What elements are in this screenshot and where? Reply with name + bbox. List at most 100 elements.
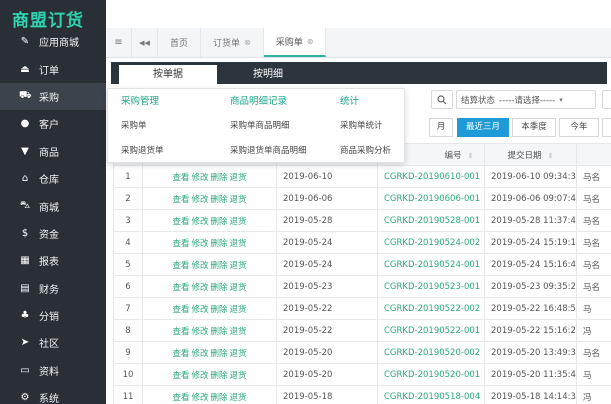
sidebar-item[interactable]: ▼ 商品	[0, 138, 106, 165]
menu-item-purchase-order[interactable]: 采购单	[121, 114, 164, 139]
dropdown-heading[interactable]: 商品明细记录	[230, 89, 307, 114]
row-code-link[interactable]: CGRKD-20190524-002	[377, 231, 485, 254]
view-link[interactable]: 查看	[172, 305, 189, 315]
delete-link[interactable]: 删除	[211, 283, 228, 293]
sidebar-item[interactable]: ▤ 财务	[0, 275, 106, 302]
dropdown-heading[interactable]: 统计	[340, 89, 391, 114]
row-code-link[interactable]: CGRKD-20190518-004	[377, 385, 485, 404]
close-icon[interactable]: ⊗	[307, 37, 314, 46]
table-row[interactable]: 1 查看 修改 删除 退货 2019-06-10 CGRKD-20190610-001 201…	[113, 165, 611, 188]
page-tab[interactable]: 首页	[158, 28, 202, 57]
table-row[interactable]: 9 查看 修改 删除 退货 2019-05-20 CGRKD-20190520-002 201…	[113, 341, 611, 364]
page-tab[interactable]: 采购单 ⊗	[263, 28, 327, 57]
return-link[interactable]: 退货	[230, 371, 247, 381]
page-tab[interactable]: 订货单 ⊗	[201, 28, 264, 57]
delete-link[interactable]: 删除	[211, 195, 228, 205]
row-code-link[interactable]: CGRKD-20190520-001	[377, 363, 485, 386]
delete-link[interactable]: 删除	[211, 261, 228, 271]
return-link[interactable]: 退货	[230, 195, 247, 205]
return-link[interactable]: 退货	[230, 173, 247, 183]
row-code-link[interactable]: CGRKD-20190522-001	[377, 319, 485, 342]
menu-item-purchase-return-details[interactable]: 采购退货单商品明细	[230, 139, 307, 164]
edit-link[interactable]: 修改	[191, 327, 208, 337]
view-link[interactable]: 查看	[172, 393, 189, 403]
dropdown-heading[interactable]: 采购管理	[121, 89, 164, 114]
date-more-button[interactable]	[602, 118, 611, 137]
edit-link[interactable]: 修改	[191, 393, 208, 403]
tab-by-detail[interactable]: 按明细	[219, 65, 317, 84]
return-link[interactable]: 退货	[230, 349, 247, 359]
close-icon[interactable]: ⊗	[244, 38, 251, 47]
search-icon[interactable]	[431, 90, 453, 109]
view-link[interactable]: 查看	[172, 283, 189, 293]
table-row[interactable]: 4 查看 修改 删除 退货 2019-05-24 CGRKD-20190524-002 201…	[113, 231, 611, 254]
table-row[interactable]: 3 查看 修改 删除 退货 2019-05-28 CGRKD-20190528-001 201…	[113, 209, 611, 232]
menu-toggle-icon[interactable]: ≡	[106, 28, 132, 57]
return-link[interactable]: 退货	[230, 393, 247, 403]
table-row[interactable]: 10 查看 修改 删除 退货 2019-05-20 CGRKD-20190520-001 20…	[113, 363, 611, 386]
table-row[interactable]: 7 查看 修改 删除 退货 2019-05-22 CGRKD-20190522-002 201…	[113, 297, 611, 320]
table-row[interactable]: 2 查看 修改 删除 退货 2019-06-06 CGRKD-20190606-001 201…	[113, 187, 611, 210]
view-link[interactable]: 查看	[172, 195, 189, 205]
return-link[interactable]: 退货	[230, 305, 247, 315]
view-link[interactable]: 查看	[172, 217, 189, 227]
sidebar-item[interactable]: ⏏ 订单	[0, 55, 106, 82]
col-header-submit-date[interactable]: 提交日期 ⇕	[484, 143, 577, 166]
return-link[interactable]: 退货	[230, 261, 247, 271]
row-code-link[interactable]: CGRKD-20190524-001	[377, 253, 485, 276]
row-code-link[interactable]: CGRKD-20190520-002	[377, 341, 485, 364]
menu-item-purchase-stats[interactable]: 采购单统计	[340, 114, 391, 139]
return-link[interactable]: 退货	[230, 283, 247, 293]
row-code-link[interactable]: CGRKD-20190528-001	[377, 209, 485, 232]
delete-link[interactable]: 删除	[211, 217, 228, 227]
sort-icon[interactable]: ⇕	[468, 152, 474, 160]
sidebar-item[interactable]: ♣ 分销	[0, 302, 106, 329]
tab-by-document[interactable]: 按单据	[119, 65, 217, 84]
date-this-year-button[interactable]: 今年	[559, 118, 599, 137]
delete-link[interactable]: 删除	[211, 173, 228, 183]
row-code-link[interactable]: CGRKD-20190523-001	[377, 275, 485, 298]
view-link[interactable]: 查看	[172, 327, 189, 337]
row-code-link[interactable]: CGRKD-20190606-001	[377, 187, 485, 210]
date-last-three-months-button[interactable]: 最近三月	[457, 118, 509, 137]
sidebar-item[interactable]: ⛟ 采购	[0, 82, 106, 111]
settle-status-select[interactable]: 结算状态 -----请选择----- ▾	[456, 90, 596, 109]
sidebar-item[interactable]: ▭ 资料	[0, 357, 106, 384]
menu-item-purchase-order-details[interactable]: 采购单商品明细	[230, 114, 307, 139]
date-this-quarter-button[interactable]: 本季度	[512, 118, 556, 137]
sidebar-item[interactable]: ⌂ 仓库	[0, 165, 106, 192]
return-link[interactable]: 退货	[230, 327, 247, 337]
edit-link[interactable]: 修改	[191, 173, 208, 183]
edit-link[interactable]: 修改	[191, 371, 208, 381]
delete-link[interactable]: 删除	[211, 239, 228, 249]
view-link[interactable]: 查看	[172, 349, 189, 359]
edit-link[interactable]: 修改	[191, 195, 208, 205]
date-month-button[interactable]: 月	[429, 118, 453, 137]
table-row[interactable]: 6 查看 修改 删除 退货 2019-05-23 CGRKD-20190523-001 201…	[113, 275, 611, 298]
table-row[interactable]: 11 查看 修改 删除 退货 2019-05-18 CGRKD-20190518-004 20…	[113, 385, 611, 404]
table-row[interactable]: 5 查看 修改 删除 退货 2019-05-24 CGRKD-20190524-001 201…	[113, 253, 611, 276]
sidebar-item[interactable]: ⚙ 系统	[0, 384, 106, 404]
sidebar-item[interactable]: $ 资金	[0, 220, 106, 247]
sidebar-item[interactable]: ✎ 应用商城	[0, 28, 106, 55]
edit-link[interactable]: 修改	[191, 283, 208, 293]
delete-link[interactable]: 删除	[211, 349, 228, 359]
view-link[interactable]: 查看	[172, 239, 189, 249]
sort-icon[interactable]: ⇕	[548, 152, 554, 160]
edit-link[interactable]: 修改	[191, 305, 208, 315]
row-code-link[interactable]: CGRKD-20190522-002	[377, 297, 485, 320]
table-row[interactable]: 8 查看 修改 删除 退货 2019-05-22 CGRKD-20190522-001 201…	[113, 319, 611, 342]
edit-link[interactable]: 修改	[191, 261, 208, 271]
menu-item-purchase-return[interactable]: 采购退货单	[121, 139, 164, 164]
menu-item-product-analysis[interactable]: 商品采购分析	[340, 139, 391, 164]
view-link[interactable]: 查看	[172, 261, 189, 271]
extra-filter-box[interactable]	[602, 90, 611, 109]
edit-link[interactable]: 修改	[191, 349, 208, 359]
delete-link[interactable]: 删除	[211, 371, 228, 381]
sidebar-item[interactable]: ● 客户	[0, 110, 106, 137]
scroll-left-icon[interactable]: ◀◀	[132, 28, 158, 57]
return-link[interactable]: 退货	[230, 239, 247, 249]
sidebar-item[interactable]: ➤ 社区	[0, 329, 106, 356]
return-link[interactable]: 退货	[230, 217, 247, 227]
view-link[interactable]: 查看	[172, 173, 189, 183]
